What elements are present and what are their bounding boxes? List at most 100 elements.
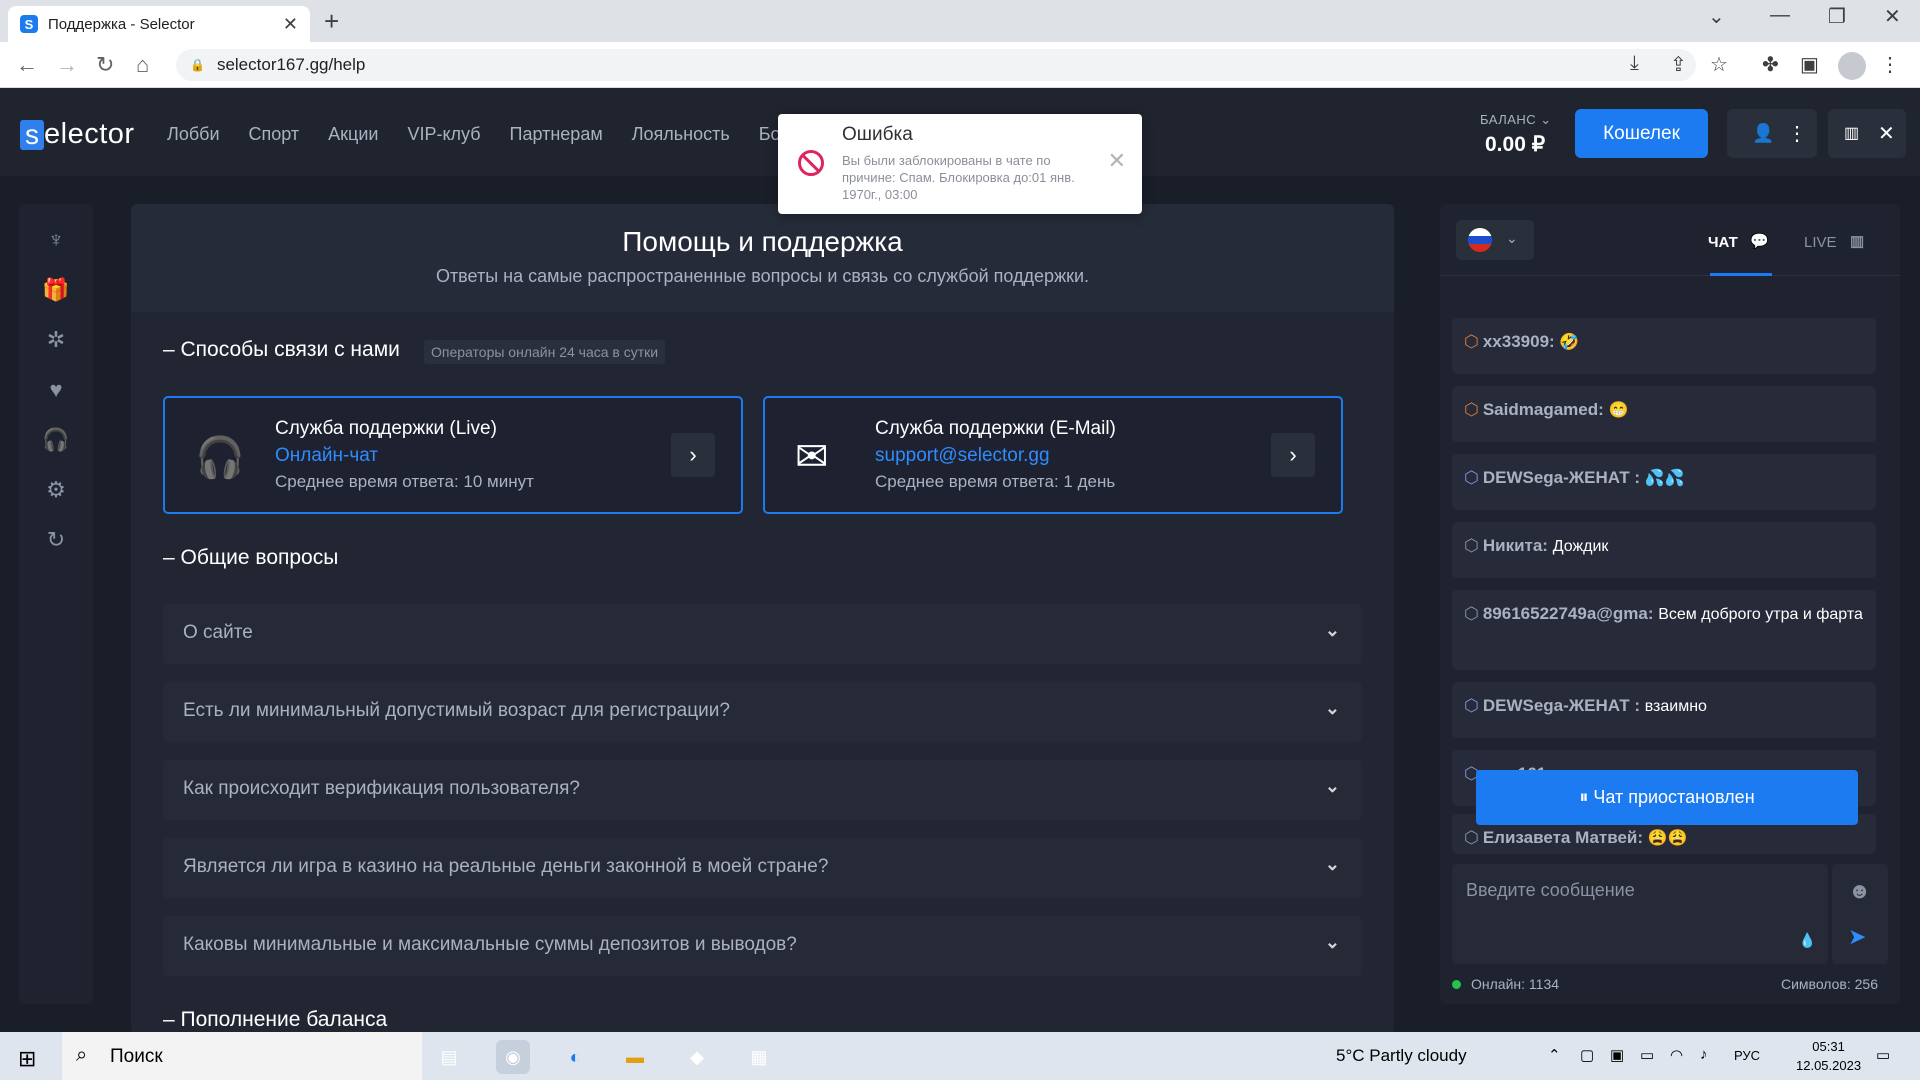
chat-text: Дождик (1552, 538, 1609, 555)
url-field[interactable]: 🔒 selector167.gg/help (176, 49, 1696, 81)
home-icon[interactable]: ⌂ (136, 52, 149, 78)
chat-toggle-icon[interactable]: ▥ (1844, 123, 1859, 143)
edge-icon[interactable]: ◐ (558, 1040, 592, 1074)
chat-text: 😩😩 (1647, 830, 1688, 847)
chat-username[interactable]: DEWSega-ЖЕНАТ : (1483, 468, 1640, 487)
minimize-button[interactable]: — (1770, 4, 1790, 27)
sidebar-support-icon[interactable]: 🎧 (42, 426, 70, 454)
faq-item[interactable]: Есть ли минимальный допустимый возраст д… (163, 682, 1362, 742)
chat-message-input[interactable]: Введите сообщение 💧 (1452, 864, 1828, 964)
chat-username[interactable]: DEWSega-ЖЕНАТ : (1483, 696, 1640, 715)
chrome-icon[interactable]: ◉ (496, 1040, 530, 1074)
chat-username[interactable]: Елизавета Матвей: (1483, 828, 1643, 847)
main-nav: Лобби Спорт Акции VIP-клуб Партнерам Лоя… (167, 124, 781, 145)
emoji-icon[interactable]: ☻ (1848, 878, 1871, 904)
notifications-icon[interactable]: ▭ (1876, 1046, 1890, 1064)
balance-label[interactable]: БАЛАНС ⌄ (1480, 112, 1552, 128)
site-logo[interactable]: s elector (20, 118, 135, 151)
toast-message: Вы были заблокированы в чате по причине:… (842, 153, 1075, 202)
chat-username[interactable]: xx33909: (1483, 332, 1555, 351)
chat-message: ⬡ 89616522749a@gma: Всем доброго утра и ф… (1452, 590, 1876, 670)
drop-icon[interactable]: 💧 (1799, 932, 1816, 949)
nav-partners[interactable]: Партнерам (510, 124, 603, 145)
windows-start-icon[interactable]: ⊞ (18, 1046, 36, 1072)
nav-lobby[interactable]: Лобби (167, 124, 220, 145)
calculator-icon[interactable]: ▦ (742, 1040, 776, 1074)
close-chat-icon[interactable]: ✕ (1878, 121, 1895, 146)
sidebar-affiliate-icon[interactable]: ✲ (42, 326, 70, 354)
nav-loyalty[interactable]: Лояльность (632, 124, 730, 145)
input-language[interactable]: РУС (1734, 1048, 1760, 1063)
sidebar-settings-icon[interactable]: ⚙ (42, 476, 70, 504)
support-email-link[interactable]: support@selector.gg (875, 445, 1050, 467)
chevron-right-icon[interactable]: › (671, 433, 715, 477)
sidebar-heart-icon[interactable]: ♥ (42, 376, 70, 404)
chat-message: ⬡ DEWSega-ЖЕНАТ : взаимно (1452, 682, 1876, 738)
chat-username[interactable]: 89616522749a@gma: (1483, 604, 1654, 623)
close-tab-icon[interactable]: ✕ (283, 14, 298, 35)
nav-vip[interactable]: VIP-клуб (407, 124, 480, 145)
browser-tab[interactable]: S Поддержка - Selector ✕ (8, 6, 310, 42)
nav-promos[interactable]: Акции (328, 124, 378, 145)
language-selector[interactable]: ⌄ (1456, 220, 1534, 260)
send-icon[interactable]: ➤ (1848, 924, 1866, 950)
weather-widget[interactable]: 5°C Partly cloudy (1336, 1046, 1467, 1066)
user-menu-button[interactable]: 👤 ⋮ (1727, 109, 1817, 158)
chat-text: взаимно (1644, 698, 1707, 715)
faq-item[interactable]: Как происходит верификация пользователя?… (163, 760, 1362, 820)
restore-button[interactable]: ❐ (1828, 4, 1846, 29)
rank-hex-icon: ⬡ (1464, 604, 1479, 623)
chat-username[interactable]: Saidmagamed: (1483, 400, 1604, 419)
support-live-card[interactable]: 🎧 Служба поддержки (Live) Онлайн-чат Сре… (163, 396, 743, 514)
sidebar-gift-icon[interactable]: 🎁 (42, 276, 70, 304)
sidebar-history-icon[interactable]: ↻ (42, 526, 70, 554)
battery-icon[interactable]: ▭ (1640, 1046, 1654, 1064)
faq-section-title[interactable]: – Общие вопросы (163, 546, 338, 570)
tab-live[interactable]: LIVE (1804, 234, 1837, 251)
tab-search-icon[interactable]: ⌄ (1708, 4, 1725, 29)
extensions-icon[interactable]: ✤ (1762, 52, 1779, 77)
chat-paused-button[interactable]: ⏸ Чат приостановлен (1476, 770, 1858, 825)
more-icon: ⋮ (1787, 123, 1807, 145)
close-toast-icon[interactable]: ✕ (1108, 148, 1126, 174)
tray-app-icon[interactable]: ▢ (1580, 1046, 1594, 1064)
task-view-icon[interactable]: ▤ (432, 1040, 466, 1074)
app-icon[interactable]: ◆ (680, 1040, 714, 1074)
new-tab-button[interactable]: + (324, 6, 339, 37)
faq-item[interactable]: Является ли игра в казино на реальные де… (163, 838, 1362, 898)
contact-section-title[interactable]: – Способы связи с нами (163, 338, 400, 362)
forward-icon[interactable]: → (56, 52, 78, 78)
browser-menu-icon[interactable]: ⋮ (1880, 52, 1900, 77)
wallet-button[interactable]: Кошелек (1575, 109, 1708, 158)
sidebar-icon[interactable]: ▣ (1800, 52, 1819, 77)
back-icon[interactable]: ← (16, 52, 38, 78)
faq-item[interactable]: О сайте ⌄ (163, 604, 1362, 664)
tray-app2-icon[interactable]: ▣ (1610, 1046, 1624, 1064)
clock[interactable]: 05:31 12.05.2023 (1796, 1037, 1861, 1075)
nav-sport[interactable]: Спорт (249, 124, 300, 145)
lock-icon[interactable]: 🔒 (190, 58, 205, 72)
wifi-icon[interactable]: ◠ (1670, 1046, 1683, 1064)
live-chat-link[interactable]: Онлайн-чат (275, 445, 378, 467)
volume-icon[interactable]: ♪ (1700, 1046, 1708, 1063)
site-favicon-icon: S (20, 15, 38, 33)
file-explorer-icon[interactable]: ▬ (618, 1040, 652, 1074)
reload-icon[interactable]: ↻ (96, 52, 114, 78)
bookmark-star-icon[interactable]: ☆ (1710, 52, 1728, 77)
profile-avatar[interactable] (1838, 52, 1866, 80)
deposit-section-title[interactable]: – Пополнение баланса (163, 1008, 387, 1032)
sidebar-games-icon[interactable]: ♆ (42, 226, 70, 254)
chevron-right-icon[interactable]: › (1271, 433, 1315, 477)
blocked-icon (798, 150, 824, 176)
faq-item[interactable]: Каковы минимальные и максимальные суммы … (163, 916, 1362, 976)
close-window-button[interactable]: ✕ (1884, 4, 1901, 29)
tab-chat[interactable]: ЧАТ (1708, 234, 1738, 251)
install-icon[interactable]: ⤓ (1630, 52, 1639, 75)
support-email-card[interactable]: ✉ Служба поддержки (E-Mail) support@sele… (763, 396, 1343, 514)
online-text: Онлайн: 1134 (1471, 976, 1560, 992)
share-icon[interactable]: ⇪ (1670, 52, 1687, 77)
online-dot (1452, 980, 1461, 989)
tray-chevron-icon[interactable]: ⌃ (1548, 1046, 1561, 1064)
chat-username[interactable]: Никита: (1483, 536, 1548, 555)
taskbar-search[interactable]: ⌕ Поиск (62, 1032, 422, 1080)
